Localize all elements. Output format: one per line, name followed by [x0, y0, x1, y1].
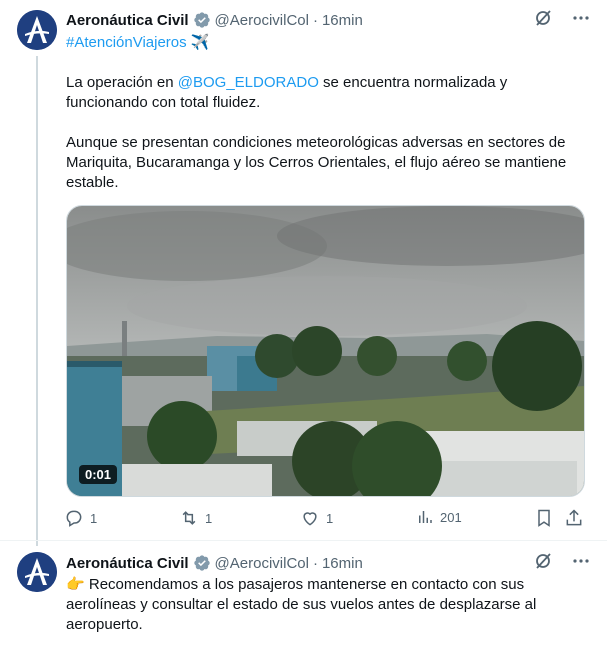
video-player[interactable]: 0:01: [66, 205, 585, 497]
thread-line: [36, 56, 38, 546]
reply-count: 1: [90, 510, 98, 526]
views-button[interactable]: 201: [416, 508, 462, 526]
like-count: 1: [326, 510, 334, 526]
views-count: 201: [440, 509, 462, 525]
video-duration: 0:01: [79, 465, 118, 484]
like-button[interactable]: 1: [300, 508, 333, 528]
reply-icon: [66, 510, 82, 527]
repost-count: 1: [205, 510, 213, 526]
hashtag-line: #AtenciónViajeros ✈️: [66, 33, 586, 53]
separator: ·: [312, 11, 318, 29]
author-name[interactable]: Aeronáutica Civil: [66, 555, 189, 572]
reply-button[interactable]: 1: [64, 508, 97, 528]
bookmark-icon: [538, 509, 550, 527]
verified-badge-icon: [193, 554, 211, 572]
more-options-icon[interactable]: [571, 8, 591, 32]
repost-icon: [182, 511, 196, 525]
video-thumbnail: [67, 206, 584, 496]
author-name[interactable]: Aeronáutica Civil: [66, 12, 189, 29]
timestamp[interactable]: 16min: [322, 12, 363, 29]
tweet-header: Aeronáutica Civil @AerocivilCol · 16min: [66, 553, 591, 573]
heart-icon: [303, 512, 317, 526]
grok-icon[interactable]: [533, 8, 553, 32]
tweet-1[interactable]: Aeronáutica Civil @AerocivilCol · 16min …: [0, 0, 607, 546]
author-handle[interactable]: @AerocivilCol: [215, 555, 309, 572]
more-options-icon[interactable]: [571, 551, 591, 575]
views-chart-icon: [419, 511, 432, 523]
hashtag-link[interactable]: #AtenciónViajeros: [66, 34, 187, 51]
pointing-hand-emoji: 👉: [66, 576, 85, 593]
aerocivil-logo-icon: [17, 10, 57, 50]
tweet-paragraph-2: Aunque se presentan condiciones meteorol…: [66, 134, 567, 191]
body-text: Recomendamos a los pasajeros mantenerse …: [66, 576, 537, 633]
tweet-header: Aeronáutica Civil @AerocivilCol · 16min: [66, 10, 591, 30]
avatar[interactable]: [17, 10, 57, 50]
tweet-body: 👉 Recomendamos a los pasajeros manteners…: [66, 575, 586, 635]
verified-badge-icon: [193, 11, 211, 29]
mention-link[interactable]: @BOG_ELDORADO: [178, 74, 319, 91]
tweet-actions: 1 1 1 201: [64, 508, 584, 530]
aerocivil-logo-icon: [17, 552, 57, 592]
share-button[interactable]: [564, 508, 584, 528]
author-handle[interactable]: @AerocivilCol: [215, 12, 309, 29]
grok-icon[interactable]: [533, 551, 553, 575]
avatar[interactable]: [17, 552, 57, 592]
tweet-2[interactable]: Aeronáutica Civil @AerocivilCol · 16min …: [0, 541, 607, 647]
bookmark-button[interactable]: [534, 508, 554, 528]
paragraph-text: La operación en: [66, 74, 178, 91]
timestamp[interactable]: 16min: [322, 555, 363, 572]
airplane-emoji: ✈️: [190, 34, 210, 51]
share-icon: [566, 509, 582, 526]
tweet-paragraph-1: La operación en @BOG_ELDORADO se encuent…: [66, 73, 586, 113]
separator: ·: [312, 554, 318, 572]
repost-button[interactable]: 1: [179, 508, 212, 528]
